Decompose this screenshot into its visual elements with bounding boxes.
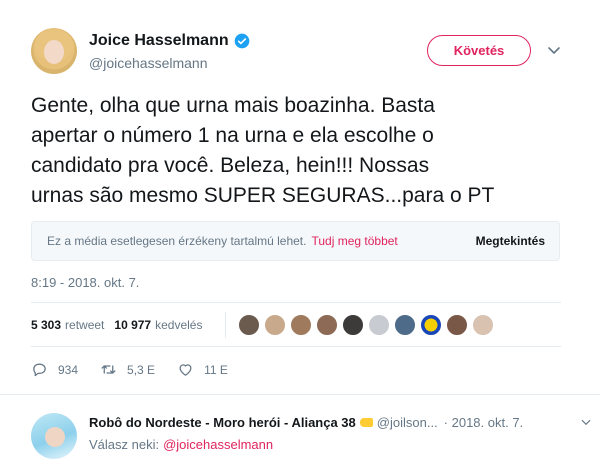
author-avatar[interactable] — [31, 28, 77, 74]
reply-author-avatar[interactable] — [31, 413, 77, 459]
like-action[interactable]: 11 E — [177, 361, 228, 378]
stats-separator — [225, 312, 226, 338]
tweet-text: Gente, olha que urna mais boazinha. Bast… — [31, 94, 495, 207]
chevron-down-icon[interactable] — [580, 416, 592, 428]
sensitive-notice-text: Ez a média esetlegesen érzékeny tartalmú… — [47, 234, 307, 248]
retweet-stat[interactable]: 5 303 retweet — [31, 318, 104, 332]
hand-emoji-icon — [359, 418, 373, 427]
like-count: 10 977 — [114, 318, 152, 332]
divider — [31, 346, 561, 347]
reply-author-handle[interactable]: @joilson... — [377, 415, 438, 430]
like-label: kedvelés — [155, 318, 203, 332]
mention-link[interactable]: @joicehasselmann — [163, 437, 273, 452]
liker-avatar[interactable] — [238, 314, 260, 336]
reply-author-name[interactable]: Robô do Nordeste - Moro herói - Aliança … — [89, 415, 356, 430]
liker-avatar[interactable] — [472, 314, 494, 336]
reply-count: 934 — [58, 362, 79, 377]
liker-avatar[interactable] — [420, 314, 442, 336]
reply-date[interactable]: · 2018. okt. 7. — [444, 415, 524, 430]
replying-to: Válasz neki: @joicehasselmann — [89, 437, 273, 452]
like-stat[interactable]: 10 977 kedvelés — [114, 318, 202, 332]
liker-avatar[interactable] — [446, 314, 468, 336]
reply-header: Robô do Nordeste - Moro herói - Aliança … — [89, 415, 523, 430]
liker-avatar[interactable] — [290, 314, 312, 336]
view-media-button[interactable]: Megtekintés — [476, 234, 545, 248]
heart-icon — [179, 364, 192, 376]
retweet-count: 5 303 — [31, 318, 62, 332]
retweet-icon — [101, 365, 116, 374]
liker-avatar[interactable] — [316, 314, 338, 336]
liker-avatar[interactable] — [264, 314, 286, 336]
learn-more-link[interactable]: Tudj meg többet — [311, 234, 397, 248]
divider — [0, 394, 600, 395]
tweet-actions: 934 5,3 E 11 E — [31, 361, 250, 378]
chevron-down-icon[interactable] — [546, 42, 562, 58]
sensitive-media-notice: Ez a média esetlegesen érzékeny tartalmú… — [31, 221, 560, 261]
retweet-label: retweet — [65, 318, 105, 332]
liker-avatar[interactable] — [394, 314, 416, 336]
reply-icon — [33, 363, 46, 377]
author-handle[interactable]: @joicehasselmann — [89, 55, 208, 71]
liker-avatar[interactable] — [342, 314, 364, 336]
author-name-row: Joice Hasselmann — [89, 32, 250, 50]
tweet-card: Joice Hasselmann @joicehasselmann Követé… — [0, 0, 600, 465]
liker-avatar[interactable] — [368, 314, 390, 336]
author-name[interactable]: Joice Hasselmann — [89, 32, 229, 50]
likers-avatars — [238, 314, 498, 336]
engagement-stats: 5 303 retweet 10 977 kedvelés — [31, 318, 212, 332]
tweet-timestamp[interactable]: 8:19 - 2018. okt. 7. — [31, 275, 139, 290]
retweet-action-count: 5,3 E — [127, 362, 156, 377]
like-action-count: 11 E — [204, 362, 228, 377]
reply-action[interactable]: 934 — [31, 361, 78, 378]
retweet-action[interactable]: 5,3 E — [100, 361, 155, 378]
follow-button[interactable]: Követés — [427, 35, 531, 66]
verified-badge-icon — [234, 33, 249, 49]
divider — [31, 302, 561, 303]
replying-to-label: Válasz neki: — [89, 437, 160, 452]
